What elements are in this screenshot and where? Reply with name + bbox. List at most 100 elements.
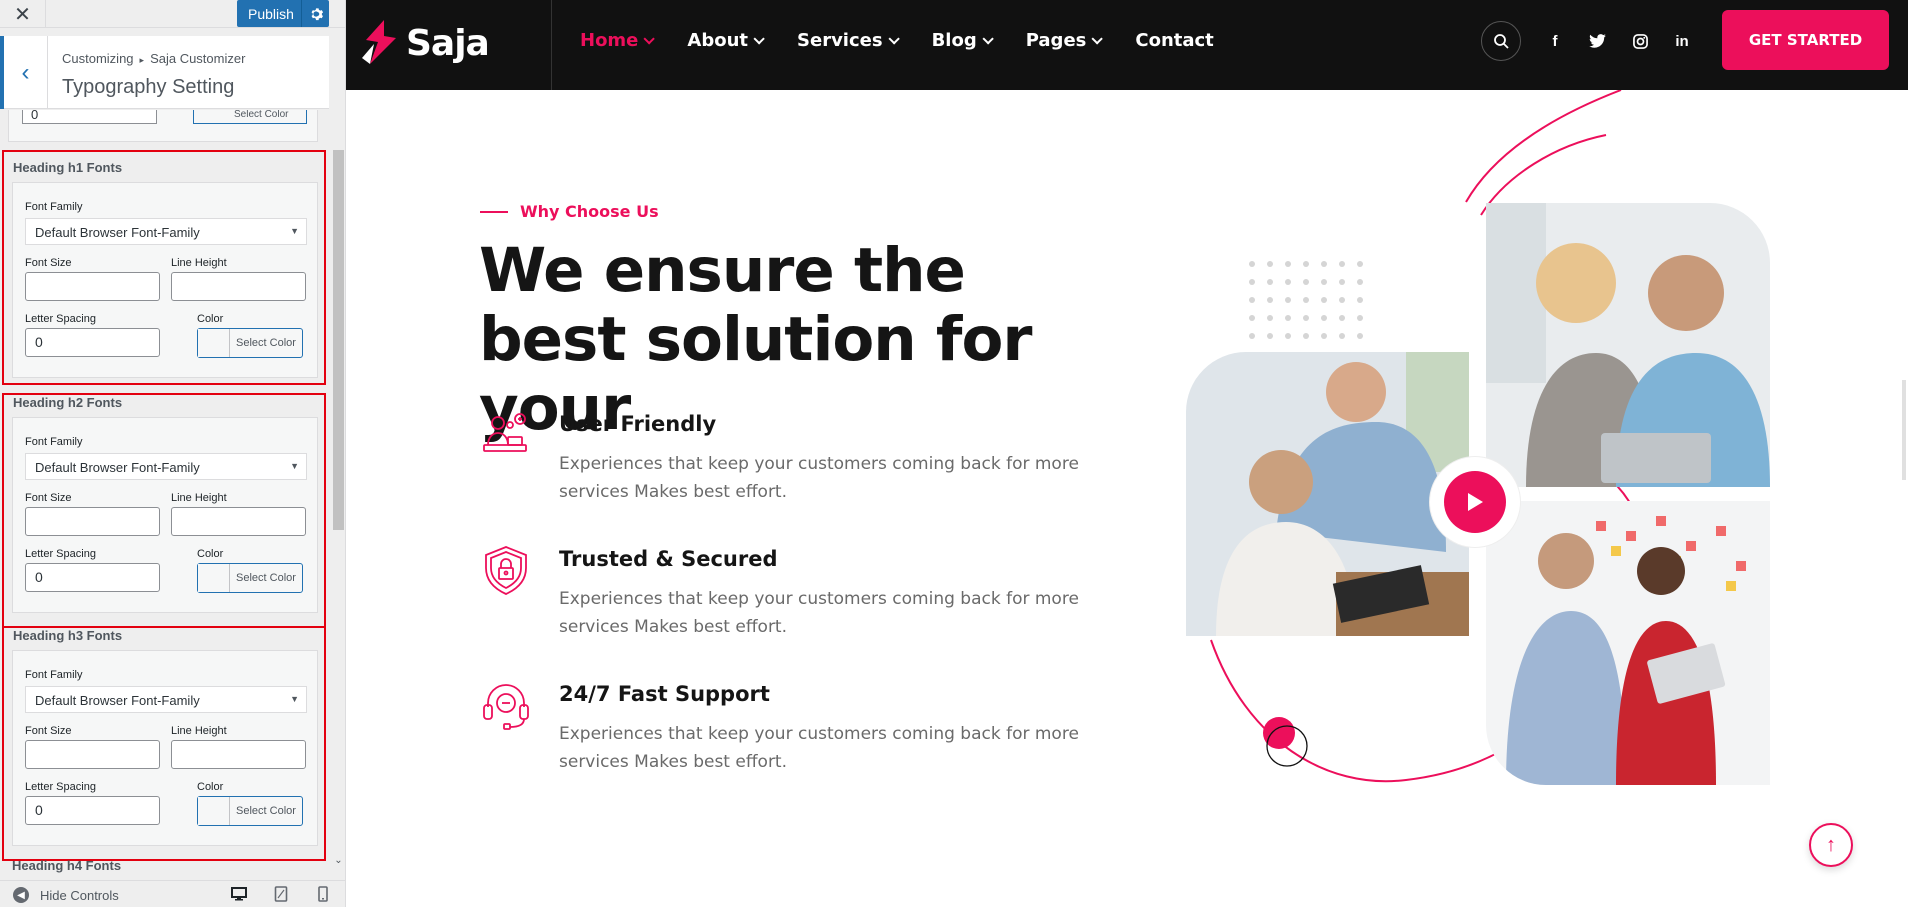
color-swatch (198, 797, 230, 825)
select-color-button[interactable]: Select Color (197, 328, 303, 358)
previous-group-stub: 0 Select Color (8, 110, 318, 142)
headset-icon (480, 679, 532, 731)
feature-description: Experiences that keep your customers com… (559, 589, 1079, 637)
twitter-icon[interactable] (1587, 31, 1607, 51)
feature-title: 24/7 Fast Support (559, 682, 770, 706)
line-height-input[interactable] (171, 507, 306, 536)
heading-h3-group: Heading h3 Fonts Font Family Default Bro… (2, 626, 326, 861)
letter-spacing-label: Letter Spacing (25, 313, 96, 325)
section-title: Typography Setting (62, 76, 235, 98)
publish-label: Publish (248, 5, 294, 22)
color-swatch (198, 329, 230, 357)
menu-item-services[interactable]: Services (797, 30, 900, 51)
font-size-label: Font Size (25, 492, 72, 504)
letter-spacing-input[interactable]: 0 (25, 796, 160, 825)
chevron-left-icon: ‹ (21, 58, 30, 86)
dropdown-arrow-icon: ▼ (290, 461, 299, 471)
font-size-input[interactable] (25, 740, 160, 769)
line-height-label: Line Height (171, 257, 227, 269)
instagram-icon[interactable] (1630, 31, 1650, 51)
font-family-select[interactable]: Default Browser Font-Family ▼ (25, 686, 307, 713)
feature-description: Experiences that keep your customers com… (559, 724, 1079, 772)
previous-letter-spacing-input[interactable]: 0 (22, 110, 157, 124)
search-icon (1494, 34, 1509, 49)
select-color-label: Select Color (236, 805, 296, 817)
customizer-panel: ✕ Publish ‹ Customizing ▸ Saja Customizer … (0, 0, 346, 907)
previous-select-color-button[interactable]: Select Color (193, 110, 307, 124)
menu-item-blog[interactable]: Blog (932, 30, 994, 51)
group-title: Heading h1 Fonts (13, 160, 123, 175)
play-video-button[interactable] (1430, 457, 1520, 547)
team-photo-bottom (1486, 501, 1770, 785)
get-started-button[interactable]: GET STARTED (1722, 10, 1889, 70)
nav-divider (551, 0, 552, 90)
group-box: Font Family Default Browser Font-Family ▼… (12, 650, 318, 846)
close-customizer-button[interactable]: ✕ (0, 0, 46, 28)
chevron-down-icon (753, 32, 765, 45)
logo-mark-icon (362, 20, 396, 64)
color-label: Color (197, 313, 224, 325)
dropdown-arrow-icon: ▼ (290, 226, 299, 236)
font-size-input[interactable] (25, 272, 160, 301)
breadcrumb-separator-icon: ▸ (139, 55, 145, 65)
linkedin-icon[interactable]: in (1672, 31, 1692, 51)
heading-h2-group: Heading h2 Fonts Font Family Default Bro… (2, 393, 326, 628)
tablet-preview-icon[interactable] (272, 886, 290, 902)
hide-controls-label: Hide Controls (40, 887, 119, 903)
chevron-down-icon (982, 32, 994, 45)
font-family-label: Font Family (25, 201, 83, 213)
menu-item-home[interactable]: Home (580, 30, 656, 51)
group-box: Font Family Default Browser Font-Family ▼… (12, 417, 318, 613)
select-color-button[interactable]: Select Color (197, 796, 303, 826)
section-header: ‹ Customizing ▸ Saja Customizer Typography… (0, 36, 329, 109)
search-button[interactable] (1481, 21, 1521, 61)
menu-item-about[interactable]: About (687, 30, 765, 51)
menu-item-label: About (687, 30, 749, 51)
breadcrumb-child: Saja Customizer (150, 51, 246, 66)
color-label: Color (197, 548, 224, 560)
publish-button[interactable]: Publish (237, 0, 329, 27)
gear-icon[interactable] (301, 0, 329, 27)
preview-scrollbar[interactable] (1902, 380, 1906, 480)
hide-controls-button[interactable]: ◀ Hide Controls (13, 887, 119, 903)
desktop-preview-icon[interactable] (230, 886, 248, 902)
site-logo[interactable]: Saja (360, 18, 490, 68)
heading-h4-group-title[interactable]: Heading h4 Fonts (12, 858, 121, 873)
logo-text: Saja (406, 22, 490, 64)
letter-spacing-input[interactable]: 0 (25, 328, 160, 357)
feature-description: Experiences that keep your customers com… (559, 454, 1079, 502)
font-size-input[interactable] (25, 507, 160, 536)
font-family-select[interactable]: Default Browser Font-Family ▼ (25, 453, 307, 480)
line-height-input[interactable] (171, 272, 306, 301)
font-family-select[interactable]: Default Browser Font-Family ▼ (25, 218, 307, 245)
menu-item-label: Pages (1025, 30, 1087, 51)
back-button[interactable]: ‹ (0, 36, 48, 109)
panel-header: ✕ Publish (0, 0, 345, 28)
font-family-label: Font Family (25, 436, 83, 448)
font-size-label: Font Size (25, 257, 72, 269)
site-header: Saja Home About Services Blog Pages Cont… (346, 0, 1908, 90)
chevron-down-icon (1091, 32, 1104, 45)
team-photo-top (1486, 203, 1770, 487)
heading-h1-group: Heading h1 Fonts Font Family Default Bro… (2, 150, 326, 385)
scroll-down-icon[interactable]: ⌄ (331, 855, 345, 870)
letter-spacing-label: Letter Spacing (25, 781, 96, 793)
font-family-value: Default Browser Font-Family (35, 225, 200, 240)
shield-lock-icon (480, 544, 532, 596)
main-menu: Home About Services Blog Pages Contact (580, 30, 1250, 51)
menu-item-contact[interactable]: Contact (1135, 30, 1213, 51)
site-preview: Saja Home About Services Blog Pages Cont… (346, 0, 1908, 907)
menu-item-label: Contact (1135, 30, 1214, 51)
font-family-value: Default Browser Font-Family (35, 460, 200, 475)
group-box: Font Family Default Browser Font-Family ▼… (12, 182, 318, 378)
menu-item-pages[interactable]: Pages (1025, 30, 1104, 51)
panel-scrollbar-thumb[interactable] (333, 150, 344, 530)
line-height-input[interactable] (171, 740, 306, 769)
letter-spacing-input[interactable]: 0 (25, 563, 160, 592)
select-color-label: Select Color (236, 337, 296, 349)
select-color-button[interactable]: Select Color (197, 563, 303, 593)
feature-title: Trusted & Secured (559, 547, 778, 571)
mobile-preview-icon[interactable] (314, 886, 332, 902)
facebook-icon[interactable]: f (1545, 31, 1565, 51)
back-to-top-button[interactable]: ↑ (1809, 823, 1853, 867)
